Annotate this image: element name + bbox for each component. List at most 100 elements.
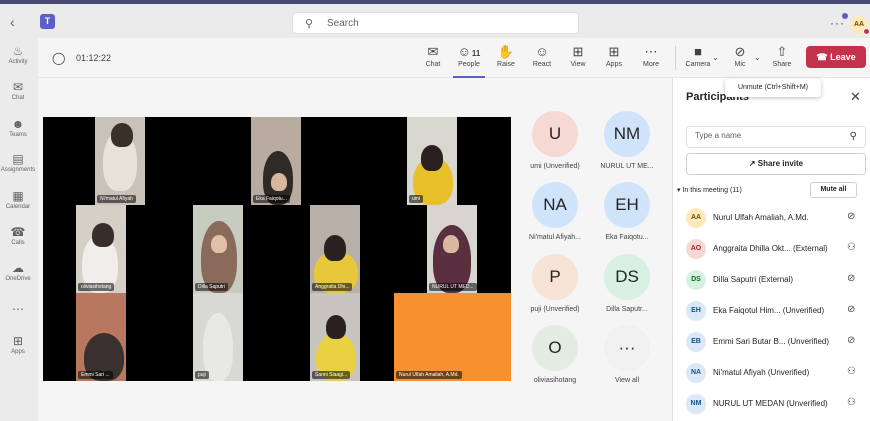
tile-name: Anggraita Dhi... [312, 283, 353, 291]
mic-icon[interactable]: ⚇ [847, 242, 856, 253]
mic-button[interactable]: ⊘ Mic [724, 44, 756, 70]
video-tile[interactable]: Emmi Sari ... [76, 293, 126, 381]
gallery-participant[interactable]: Uumi (Unverified) [520, 111, 590, 170]
participants-panel: Participants ✕ ⚲ ↗ Share invite ▾ In thi… [672, 78, 870, 421]
gallery-participant[interactable]: NA Ni'matul Afiyah... [520, 182, 590, 241]
rail-item-chat[interactable]: ✉ Chat [0, 80, 36, 102]
more-button[interactable]: ⋯ More [635, 44, 667, 70]
tile-name: Ni'matul Afiyah [97, 195, 136, 203]
video-tile[interactable]: puji [193, 293, 243, 381]
apps-button[interactable]: ⊞ Apps [598, 44, 630, 70]
user-initials: AA [853, 21, 865, 28]
react-label: React [532, 61, 552, 68]
shield-icon[interactable]: ◯ [52, 51, 65, 65]
view-button[interactable]: ⊞ View [562, 44, 594, 70]
participant-row[interactable]: NM NURUL UT MEDAN (Unverified) ⚇ [686, 394, 866, 416]
participant-row[interactable]: EB Emmi Sari Butar B... (Unverified) ⊘ [686, 332, 866, 354]
gallery-participant[interactable]: NM NURUL UT ME... [592, 111, 662, 170]
person-head [271, 173, 287, 191]
rail-label: Assignments [0, 167, 36, 173]
mic-off-icon: ⊘ [734, 44, 746, 59]
participant-row[interactable]: AA Nurul Ulfah Amaliah, A.Md. ⊘ [686, 208, 866, 230]
calendar-icon: ▦ [12, 189, 24, 203]
mic-off-icon[interactable]: ⊘ [847, 273, 855, 284]
mic-off-icon[interactable]: ⊘ [847, 335, 855, 346]
video-tile[interactable]: umi [407, 117, 457, 205]
video-tile[interactable]: Sanni Siaagi... [310, 293, 360, 381]
participant-avatar: EH [686, 301, 706, 321]
person-head [111, 123, 133, 147]
react-button[interactable]: ☺ React [526, 44, 558, 70]
gallery-participant[interactable]: EH Eka Faiqotu... [592, 182, 662, 241]
mute-all-button[interactable]: Mute all [810, 182, 857, 198]
video-tile[interactable]: Ni'matul Afiyah [95, 117, 145, 205]
rail-item-calls[interactable]: ☎ Calls [0, 225, 36, 247]
video-tile[interactable]: NURUL UT MED... [427, 205, 477, 293]
apps-label: Apps [606, 61, 622, 68]
mic-icon[interactable]: ⚇ [847, 366, 856, 377]
user-avatar[interactable]: AA [850, 16, 870, 35]
camera-icon: ■ [694, 44, 702, 59]
chevron-down-icon[interactable]: ⌄ [712, 53, 719, 62]
tile-name: NURUL UT MED... [429, 283, 477, 291]
mic-off-icon[interactable]: ⊘ [847, 211, 855, 222]
rail-item-activity[interactable]: ♨ Activity [0, 44, 36, 66]
share-invite-button[interactable]: ↗ Share invite [686, 153, 866, 175]
leave-button[interactable]: ☎ Leave [806, 46, 866, 68]
gallery-participant[interactable]: DS Dilla Saputr... [592, 254, 662, 313]
video-tile[interactable]: Anggraita Dhi... [310, 205, 360, 293]
participant-name: Ni'matul Afiyah... [529, 234, 581, 241]
participant-name: NURUL UT MEDAN (Unverified) [713, 399, 828, 408]
in-meeting-label: In this meeting (11) [682, 187, 742, 194]
view-all-button[interactable]: ··· View all [592, 325, 662, 384]
in-meeting-header[interactable]: ▾ In this meeting (11) [677, 186, 742, 194]
rail-item-more[interactable]: ⋯ [0, 302, 36, 316]
rail-item-assignments[interactable]: ▤ Assignments [0, 152, 36, 174]
participant-name: umi (Unverified) [530, 163, 580, 170]
phone-hangup-icon: ☎ [816, 52, 828, 62]
rail-item-calendar[interactable]: ▦ Calendar [0, 189, 36, 211]
more-icon: ⋯ [644, 44, 658, 59]
bell-icon: ♨ [12, 44, 24, 58]
rail-label: Calendar [5, 204, 31, 210]
rail-item-apps[interactable]: ⊞ Apps [0, 334, 36, 356]
participant-name: Nurul Ulfah Amaliah, A.Md. [713, 213, 809, 222]
video-tile[interactable]: Dilla Saputri [193, 205, 243, 293]
mic-icon[interactable]: ⚇ [847, 397, 856, 408]
cloud-icon: ☁ [12, 261, 24, 275]
participant-row[interactable]: DS Dilla Saputri (External) ⊘ [686, 270, 866, 292]
video-tile-active-speaker[interactable]: Nurul Ulfah Amaliah, A.Md. [394, 293, 511, 381]
back-icon[interactable]: ‹ [10, 14, 15, 30]
participant-avatar: DS [686, 270, 706, 290]
add-icon: ⊞ [12, 334, 24, 348]
share-button[interactable]: ⇧ Share [766, 44, 798, 70]
rail-item-teams[interactable]: ☻ Teams [0, 117, 36, 139]
rail-item-onedrive[interactable]: ☁ OneDrive [0, 261, 36, 283]
participant-row[interactable]: NA Ni'matul Afiyah (Unverified) ⚇ [686, 363, 866, 385]
participant-row[interactable]: EH Eka Faiqotul Him... (Unverified) ⊘ [686, 301, 866, 323]
participant-search-field[interactable]: ⚲ [686, 126, 866, 148]
chat-button[interactable]: ✉ Chat [417, 44, 449, 70]
tile-name: Sanni Siaagi... [312, 371, 351, 379]
participant-avatar: NA [686, 363, 706, 383]
leave-label: Leave [830, 52, 856, 62]
people-button[interactable]: ☺11 People [453, 44, 485, 78]
gallery-participant[interactable]: Ppuji (Unverified) [520, 254, 590, 313]
gallery-participant[interactable]: Ooliviasihotang [520, 325, 590, 384]
camera-button[interactable]: ■ Camera [682, 44, 714, 70]
chevron-down-icon[interactable]: ⌄ [754, 53, 761, 62]
mic-off-icon[interactable]: ⊘ [847, 304, 855, 315]
raise-hand-button[interactable]: ✋ Raise [490, 44, 522, 70]
search-box[interactable]: ⚲ Search [292, 12, 579, 34]
close-icon[interactable]: ✕ [850, 89, 861, 105]
participant-row[interactable]: AO Anggraita Dhilla Okt... (External) ⚇ [686, 239, 866, 261]
hand-icon: ✋ [497, 44, 515, 59]
rail-label: Teams [9, 132, 27, 138]
participant-search-input[interactable] [695, 131, 835, 140]
tile-name: puji [195, 371, 209, 379]
participant-avatar: NA [532, 182, 578, 228]
chat-icon: ✉ [427, 44, 439, 59]
video-tile[interactable]: Eka Faiqotu... [251, 117, 301, 205]
video-tile[interactable]: oliviasihotang [76, 205, 126, 293]
participant-avatar: EH [604, 182, 650, 228]
